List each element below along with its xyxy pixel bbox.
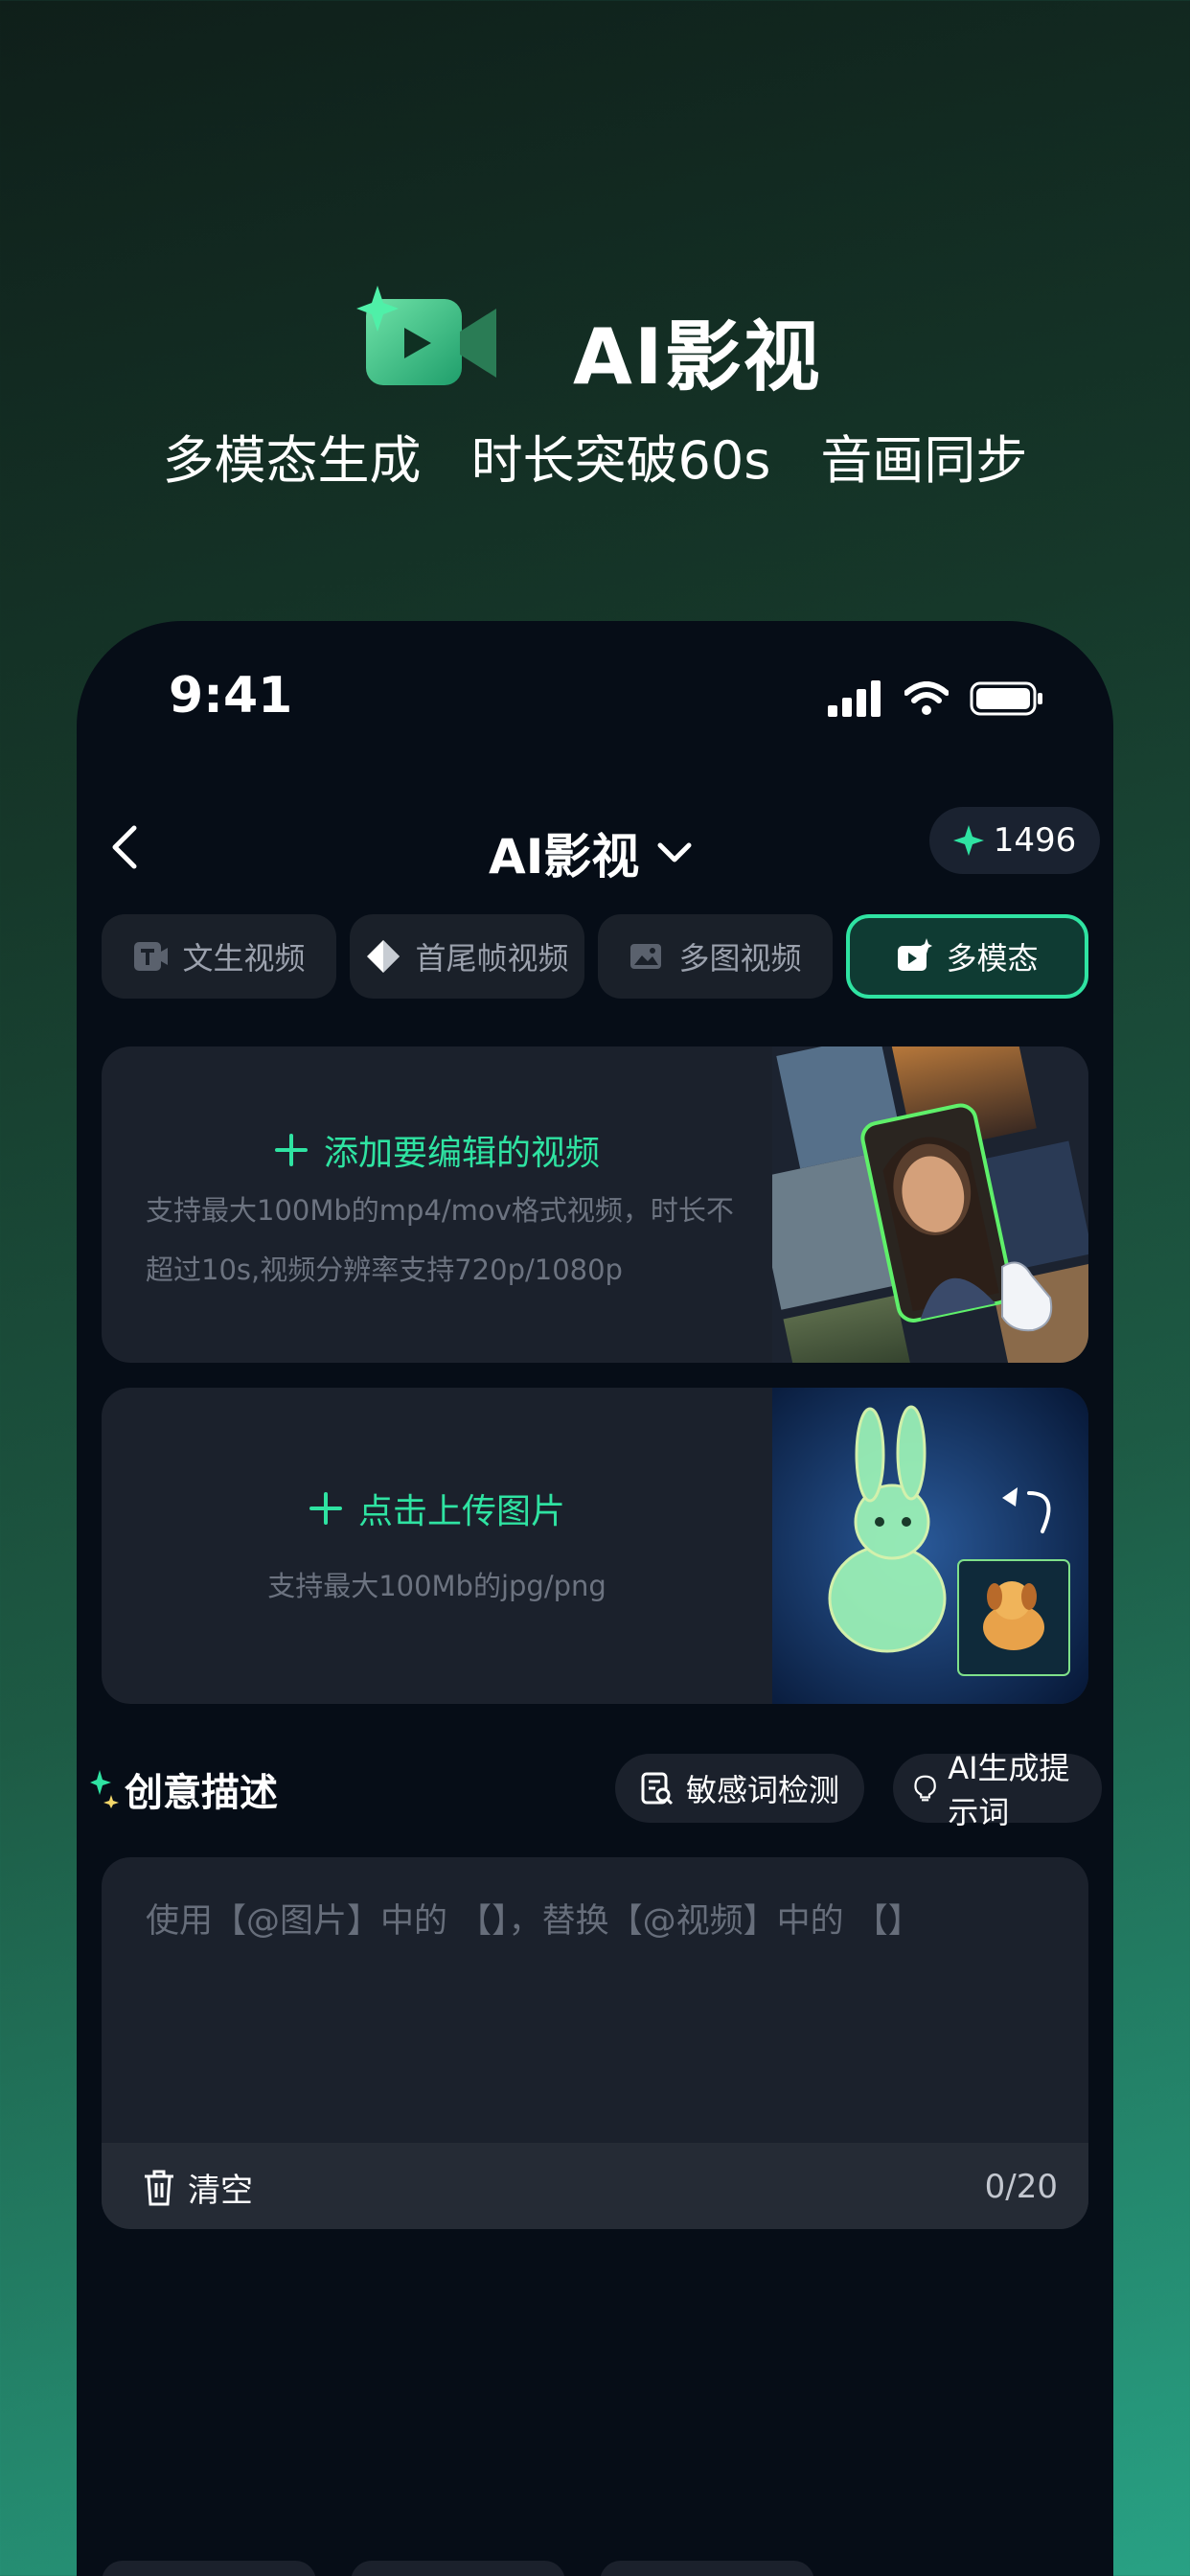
document-search-icon bbox=[641, 1772, 674, 1806]
option-chip[interactable] bbox=[600, 2561, 814, 2576]
char-count: 0/20 bbox=[984, 2168, 1058, 2206]
tagline: 音画同步 bbox=[820, 430, 1028, 491]
option-chip[interactable] bbox=[351, 2561, 565, 2576]
tab-label: 首尾帧视频 bbox=[415, 940, 569, 977]
mode-tabs: 文生视频 首尾帧视频 多图视频 多模态 bbox=[102, 914, 1088, 999]
ai-prompt-button[interactable]: AI生成提示词 bbox=[893, 1750, 1102, 1830]
tagline: 时长突破60s bbox=[470, 430, 771, 491]
frames-icon bbox=[367, 940, 400, 973]
tab-text-video[interactable]: 文生视频 bbox=[102, 914, 336, 999]
phone-frame: 9:41 AI影视 1496 文生视频 首尾帧视频 多图视频 多模态 添加要编辑… bbox=[77, 621, 1113, 2576]
tab-label: 多模态 bbox=[946, 940, 1039, 977]
image-upload-card[interactable]: 点击上传图片 支持最大100Mb的jpg/png bbox=[102, 1388, 1088, 1704]
status-bar: 9:41 bbox=[77, 621, 1113, 774]
plus-icon bbox=[309, 1492, 342, 1525]
battery-icon bbox=[970, 681, 1042, 716]
trash-icon bbox=[145, 2170, 173, 2205]
bottom-options bbox=[102, 2561, 814, 2576]
option-chip[interactable] bbox=[102, 2561, 316, 2576]
input-footer: 清空 0/20 bbox=[102, 2143, 1088, 2229]
tagline: 多模态生成 bbox=[162, 430, 422, 491]
video-upload-card[interactable]: 添加要编辑的视频 支持最大100Mb的mp4/mov格式视频，时长不 超过10s… bbox=[102, 1046, 1088, 1363]
credits-count: 1496 bbox=[993, 821, 1077, 860]
hero-taglines: 多模态生成 时长突破60s 音画同步 bbox=[0, 418, 1190, 494]
upload-image-label: 点击上传图片 bbox=[357, 1492, 565, 1531]
creative-title: 创意描述 bbox=[125, 1771, 278, 1815]
tab-multi-image-video[interactable]: 多图视频 bbox=[598, 914, 833, 999]
nav-title-dropdown[interactable]: AI影视 bbox=[489, 818, 693, 887]
sparkle-icon bbox=[952, 825, 984, 856]
video-hint: 支持最大100Mb的mp4/mov格式视频，时长不 超过10s,视频分辨率支持7… bbox=[146, 1194, 734, 1286]
video-sample-illustration bbox=[772, 1046, 1088, 1363]
image-sample-illustration bbox=[772, 1388, 1088, 1704]
image-hint: 支持最大100Mb的jpg/png bbox=[267, 1570, 606, 1602]
tab-frames-video[interactable]: 首尾帧视频 bbox=[350, 914, 584, 999]
lightbulb-icon bbox=[914, 1775, 936, 1802]
credits-badge[interactable]: 1496 bbox=[929, 807, 1100, 874]
add-video-button[interactable]: 添加要编辑的视频 bbox=[102, 1125, 772, 1175]
tab-multimodal[interactable]: 多模态 bbox=[846, 914, 1088, 999]
input-placeholder: 使用【@图片】中的 【】，替换【@视频】中的 【】 bbox=[146, 1902, 922, 1941]
tab-label: 多图视频 bbox=[678, 940, 802, 977]
signal-icon bbox=[828, 680, 881, 717]
multimodal-icon bbox=[898, 938, 933, 971]
sparkle-icon bbox=[90, 1770, 119, 1808]
text-video-icon bbox=[134, 942, 169, 971]
nav-title: AI影视 bbox=[489, 829, 640, 885]
plus-icon bbox=[274, 1134, 308, 1166]
back-chevron-icon[interactable] bbox=[98, 818, 155, 876]
wifi-icon bbox=[904, 681, 949, 715]
sensitive-check-button[interactable]: 敏感词检测 bbox=[615, 1754, 865, 1823]
creative-description-input[interactable]: 使用【@图片】中的 【】，替换【@视频】中的 【】 清空 0/20 bbox=[102, 1857, 1088, 2229]
chevron-down-icon bbox=[657, 842, 692, 862]
hero-title: AI影视 bbox=[573, 312, 822, 402]
ai-video-logo-icon bbox=[356, 286, 496, 385]
clear-button[interactable]: 清空 bbox=[142, 2164, 253, 2211]
tab-label: 文生视频 bbox=[182, 940, 306, 977]
creative-section-header: 创意描述 敏感词检测 AI生成提示词 bbox=[90, 1750, 1102, 1830]
upload-image-button[interactable]: 点击上传图片 bbox=[102, 1484, 772, 1533]
add-video-label: 添加要编辑的视频 bbox=[323, 1134, 600, 1173]
hero-banner: AI影视 多模态生成 时长突破60s 音画同步 bbox=[0, 0, 1190, 613]
images-icon bbox=[630, 944, 662, 969]
status-time: 9:41 bbox=[169, 667, 293, 724]
